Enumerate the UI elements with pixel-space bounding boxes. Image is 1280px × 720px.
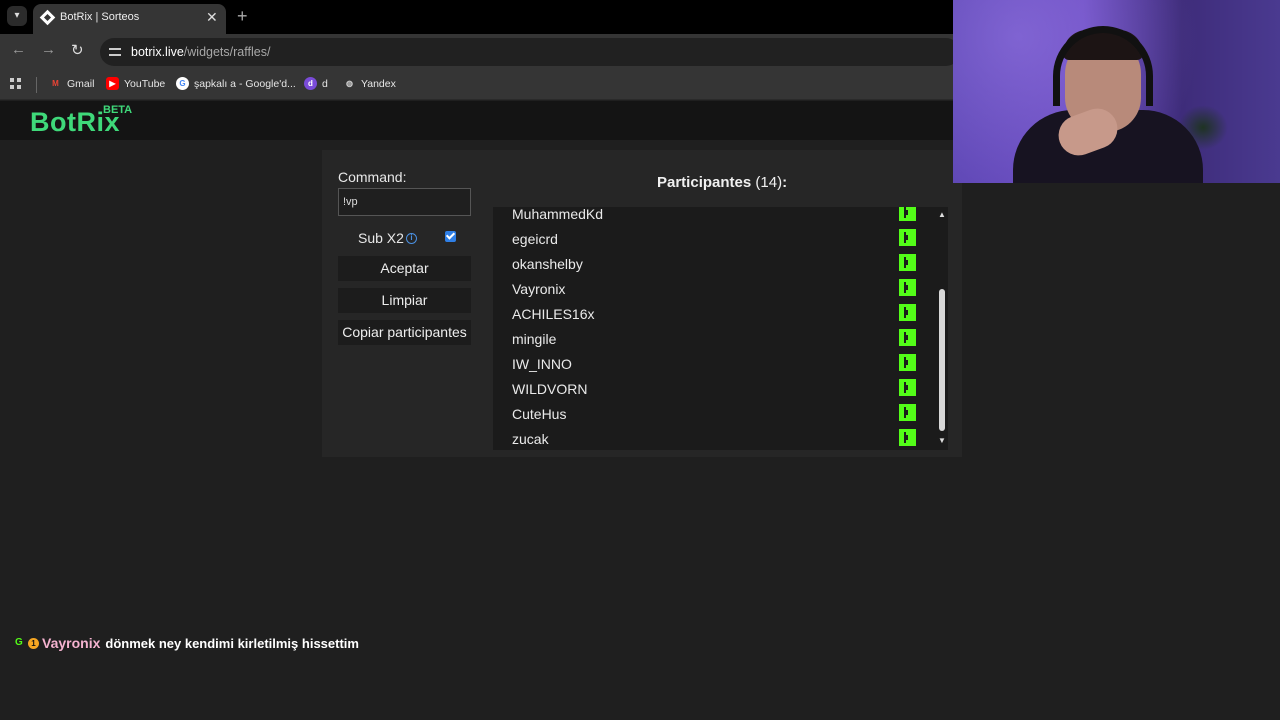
participants-heading: Participantes (14): bbox=[657, 174, 787, 191]
participants-count: (14) bbox=[755, 174, 783, 191]
bookmark-yandex[interactable]: ◍ Yandex bbox=[343, 77, 396, 90]
chat-message: G 1 Vayronix dönmek ney kendimi kirletil… bbox=[15, 635, 359, 651]
bookmark-label: şapkalı a - Google'd... bbox=[194, 77, 296, 90]
globe-icon: ◍ bbox=[346, 79, 353, 88]
scrollbar-thumb[interactable] bbox=[939, 289, 945, 431]
tab-botrix[interactable]: BotRix | Sorteos ✕ bbox=[33, 4, 226, 34]
participant-name: mingile bbox=[512, 331, 557, 347]
d-bookmark-icon: d bbox=[304, 77, 317, 90]
participant-name: egeicrd bbox=[512, 231, 558, 247]
kick-icon bbox=[899, 254, 916, 271]
participant-name: Vayronix bbox=[512, 281, 566, 297]
bookmark-google-search[interactable]: G şapkalı a - Google'd... bbox=[176, 77, 296, 90]
bookmark-gmail[interactable]: M Gmail bbox=[49, 77, 94, 90]
back-button[interactable]: ← bbox=[11, 41, 26, 58]
youtube-icon: ▶ bbox=[106, 77, 119, 90]
participant-name: ACHILES16x bbox=[512, 306, 595, 322]
kick-icon bbox=[899, 229, 916, 246]
list-item: CuteHus bbox=[512, 402, 917, 427]
gmail-icon: M bbox=[52, 79, 59, 88]
participant-name: IW_INNO bbox=[512, 356, 572, 372]
bookmarks-divider bbox=[36, 77, 37, 93]
command-label: Command: bbox=[338, 169, 407, 185]
bookmark-label: YouTube bbox=[124, 77, 166, 90]
chat-text: dönmek ney kendimi kirletilmiş hissettim bbox=[105, 635, 359, 651]
kick-icon bbox=[899, 329, 916, 346]
participant-name: CuteHus bbox=[512, 406, 567, 422]
scroll-down-arrow-icon[interactable]: ▼ bbox=[938, 436, 946, 445]
webcam-overlay bbox=[953, 0, 1280, 183]
tab-title: BotRix | Sorteos bbox=[60, 11, 140, 23]
kick-icon bbox=[899, 279, 916, 296]
command-input[interactable] bbox=[338, 188, 471, 216]
tab-search-button[interactable]: ▾ bbox=[7, 6, 27, 26]
site-info-icon[interactable] bbox=[109, 46, 121, 58]
close-icon[interactable]: ✕ bbox=[206, 9, 218, 26]
forward-button[interactable]: → bbox=[41, 41, 56, 58]
kick-icon bbox=[899, 379, 916, 396]
bookmark-label: d bbox=[322, 77, 328, 90]
accept-button[interactable]: Aceptar bbox=[338, 256, 471, 281]
sub-multiplier-checkbox[interactable] bbox=[445, 231, 456, 242]
url-domain: botrix.live bbox=[131, 45, 184, 59]
kick-icon bbox=[899, 207, 916, 221]
url-text: botrix.live/widgets/raffles/ bbox=[131, 45, 270, 59]
reload-button[interactable]: ↻ bbox=[71, 41, 84, 59]
bookmark-label: Yandex bbox=[361, 77, 396, 90]
botrix-favicon-icon bbox=[39, 9, 56, 26]
kick-icon bbox=[899, 304, 916, 321]
bookmark-d[interactable]: d d bbox=[304, 77, 328, 90]
kick-icon bbox=[899, 354, 916, 371]
bookmark-label: Gmail bbox=[67, 77, 95, 90]
participants-scrollbar[interactable]: ▲ ▼ bbox=[937, 207, 947, 450]
chat-badge-g: G bbox=[15, 637, 23, 648]
kick-icon bbox=[899, 429, 916, 446]
list-item: ACHILES16x bbox=[512, 302, 917, 327]
google-icon: G bbox=[176, 77, 189, 90]
clear-button[interactable]: Limpiar bbox=[338, 288, 471, 313]
copy-participants-button[interactable]: Copiar participantes bbox=[338, 320, 471, 345]
scroll-up-arrow-icon[interactable]: ▲ bbox=[938, 210, 946, 219]
subscriber-badge-icon: 1 bbox=[28, 637, 39, 649]
new-tab-button[interactable]: + bbox=[237, 6, 248, 27]
participants-label: Participantes bbox=[657, 174, 752, 191]
participant-name: MuhammedKd bbox=[512, 207, 604, 222]
participant-name: okanshelby bbox=[512, 256, 583, 272]
apps-grid-icon[interactable] bbox=[10, 78, 22, 90]
list-item: zucak bbox=[512, 427, 917, 450]
list-item: MuhammedKd bbox=[512, 207, 917, 227]
bookmark-youtube[interactable]: ▶ YouTube bbox=[106, 77, 165, 90]
url-path: /widgets/raffles/ bbox=[183, 45, 271, 59]
beta-badge: BETA bbox=[103, 104, 133, 116]
info-icon[interactable]: i bbox=[406, 233, 417, 244]
list-item: Vayronix bbox=[512, 277, 917, 302]
address-bar[interactable]: botrix.live/widgets/raffles/ bbox=[100, 38, 960, 66]
list-item: okanshelby bbox=[512, 252, 917, 277]
list-item: mingile bbox=[512, 327, 917, 352]
raffle-panel: Command: Sub X2 i Aceptar Limpiar Copiar… bbox=[322, 150, 962, 457]
list-item: IW_INNO bbox=[512, 352, 917, 377]
list-item: WILDVORN bbox=[512, 377, 917, 402]
participant-name: zucak bbox=[512, 431, 549, 447]
kick-icon bbox=[899, 404, 916, 421]
list-item: egeicrd bbox=[512, 227, 917, 252]
sub-multiplier-label: Sub X2 bbox=[358, 230, 404, 246]
participant-name: WILDVORN bbox=[512, 381, 588, 397]
chat-username: Vayronix bbox=[42, 635, 101, 651]
participants-list[interactable]: MuhammedKd egeicrd okanshelby Vayronix A… bbox=[493, 207, 948, 450]
participants-colon: : bbox=[782, 174, 788, 191]
